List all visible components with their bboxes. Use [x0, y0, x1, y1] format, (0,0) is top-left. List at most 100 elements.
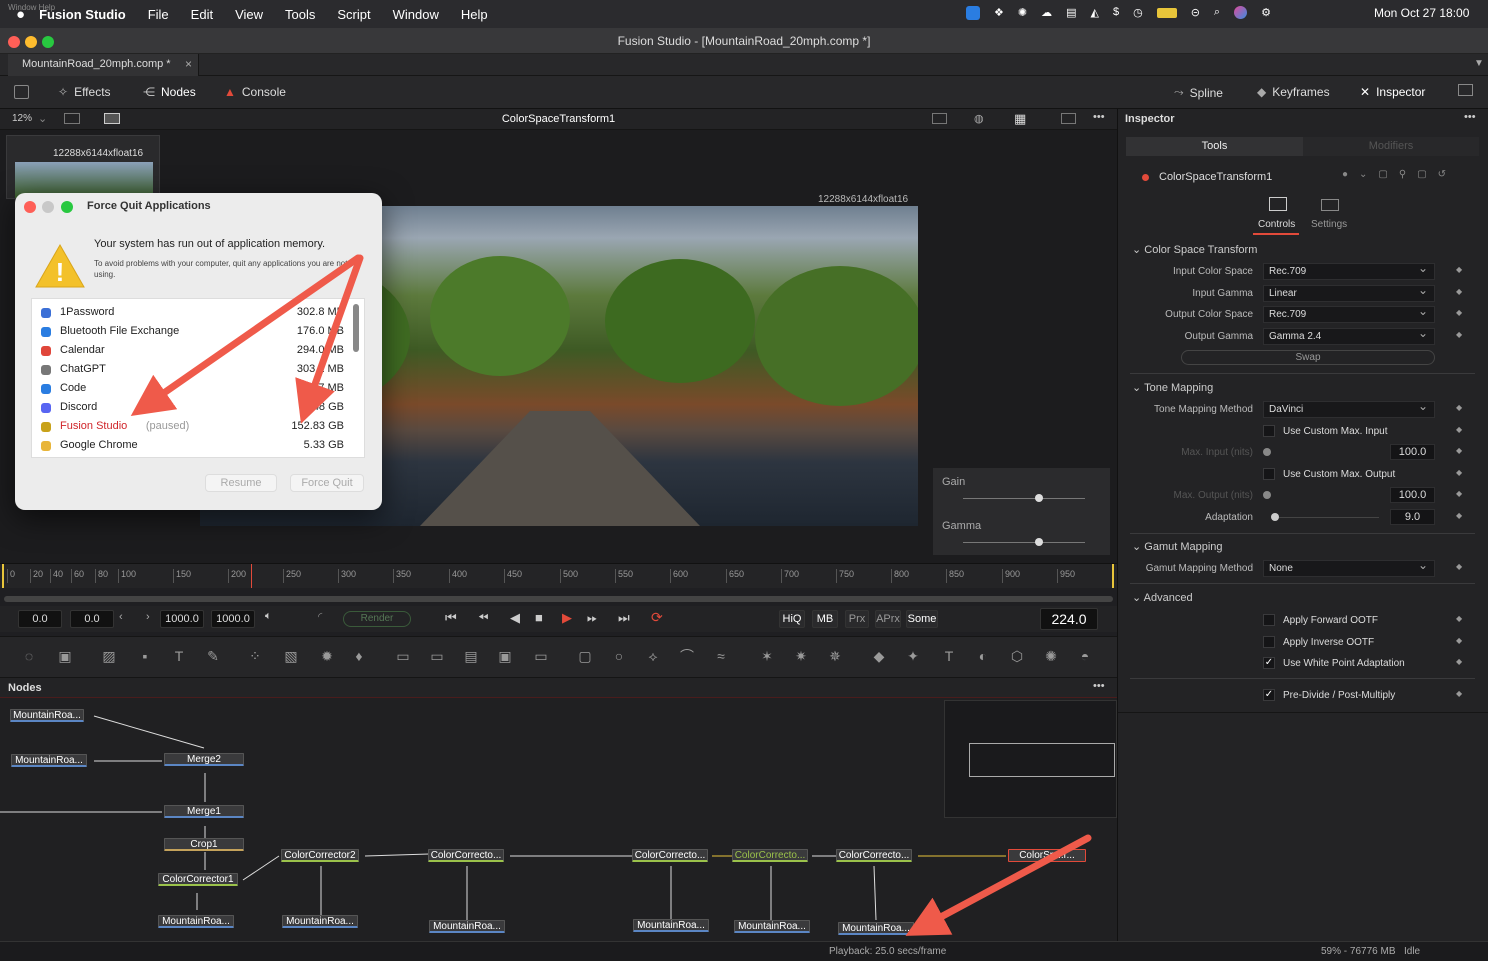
polygon-mask-icon[interactable]: ⟡ [644, 647, 662, 665]
menu-script[interactable]: Script [337, 7, 370, 22]
keyframe-icon[interactable]: ◆ [1456, 468, 1462, 477]
step-back-icon[interactable]: ‹ [119, 611, 123, 623]
renderer-3d-icon[interactable]: ✺ [1042, 647, 1060, 665]
app-list-item[interactable]: 1Password 302.8 MB [32, 304, 362, 323]
max-output-field[interactable]: 100.0 [1390, 487, 1435, 503]
node-colorspacetransform1[interactable]: ColorSp...r... [1008, 849, 1086, 862]
menu-edit[interactable]: Edit [191, 7, 213, 22]
rewind-icon[interactable]: ⏪︎ [478, 610, 488, 626]
adaptation-slider[interactable] [1271, 513, 1279, 521]
tab-overflow-icon[interactable]: ▼ [1474, 58, 1484, 69]
aprx-button[interactable]: APrx [875, 610, 901, 628]
grid-icon[interactable]: ▦ [1014, 111, 1026, 127]
viewer-menu-icon[interactable]: ••• [1093, 111, 1105, 123]
keyframe-icon[interactable]: ◆ [1456, 489, 1462, 498]
loop-icon[interactable]: ⟳ [651, 609, 663, 626]
keyframe-icon[interactable]: ◆ [1456, 287, 1462, 296]
tab-tools[interactable]: Tools [1126, 137, 1303, 156]
bitmap-mask-icon[interactable]: ≈ [712, 647, 730, 665]
tool-color-dot[interactable] [1142, 174, 1149, 181]
timeline-end-marker[interactable] [1112, 564, 1114, 588]
keyframes-button[interactable]: ◆ Keyframes [1257, 85, 1330, 99]
fast-forward-icon[interactable]: ⏩︎ [587, 610, 597, 626]
keyframe-icon[interactable]: ◆ [1456, 562, 1462, 571]
menu-datetime[interactable]: Mon Oct 27 18:00 [1374, 6, 1469, 20]
node-colorcorrector6[interactable]: ColorCorrecto... [836, 849, 912, 862]
audio-icon[interactable]: 🔈︎ [265, 610, 272, 623]
some-button[interactable]: Some [906, 610, 938, 628]
node-merge2[interactable]: Merge2 [164, 753, 244, 766]
clock-icon[interactable]: ◷ [1133, 6, 1143, 20]
paint-tool-icon[interactable]: ✎ [204, 647, 222, 665]
dock-app-icon[interactable] [966, 6, 980, 20]
link-icon[interactable]: ⊝ [1191, 6, 1200, 20]
tone-section-header[interactable]: ⌄ Tone Mapping [1132, 381, 1213, 394]
advanced-section-header[interactable]: ⌄ Advanced [1132, 591, 1193, 604]
s-icon[interactable]: $ [1113, 6, 1119, 20]
timeline-ruler[interactable]: 0 20 40 60 80 100 150 200 250 300 350 400 450 500 550 6… [0, 563, 1117, 588]
tab-settings[interactable]: Settings [1311, 219, 1347, 230]
custom-max-output-checkbox[interactable] [1263, 468, 1275, 480]
adaptation-field[interactable]: 9.0 [1390, 509, 1435, 525]
app-list-item[interactable]: Fusion Studio (paused) 152.83 GB [32, 418, 362, 437]
console-button[interactable]: ▲ Console [224, 85, 286, 99]
keyframe-icon[interactable]: ◆ [1456, 425, 1462, 434]
app-list-item[interactable]: Bluetooth File Exchange 176.0 MB [32, 323, 362, 342]
render-start-field[interactable]: 0.0 [70, 610, 114, 628]
prx-button[interactable]: Prx [845, 610, 869, 628]
dialog-minimize-button[interactable] [42, 201, 54, 213]
mb-button[interactable]: MB [812, 610, 838, 628]
dialog-zoom-button[interactable] [61, 201, 73, 213]
keyframe-icon[interactable]: ◆ [1456, 689, 1462, 698]
document-tab[interactable]: MountainRoad_20mph.comp * × [8, 54, 199, 76]
node-loader-5[interactable]: MountainRoa... [734, 920, 810, 933]
keyframe-icon[interactable]: ◆ [1456, 614, 1462, 623]
keyframe-icon[interactable]: ◆ [1456, 657, 1462, 666]
gain-slider-thumb[interactable] [1034, 494, 1043, 502]
cloud-icon[interactable]: ☁ [1041, 6, 1052, 20]
battery-icon[interactable] [1156, 8, 1177, 18]
custom-max-input-checkbox[interactable] [1263, 425, 1275, 437]
predivide-checkbox[interactable]: ✓ [1263, 689, 1275, 701]
app-list-item[interactable]: ChatGPT 303.1 MB [32, 361, 362, 380]
light-3d-icon[interactable]: ◓ [1076, 647, 1094, 665]
menu-window[interactable]: Window [393, 7, 439, 22]
controls-icon[interactable] [1269, 197, 1287, 211]
settings-icon[interactable] [1321, 199, 1339, 211]
shape-3d-icon[interactable]: ◆ [870, 647, 888, 665]
thumbnail[interactable]: 12288x6144xfloat16 [6, 135, 160, 199]
node-loader-2[interactable]: MountainRoa... [282, 915, 358, 928]
cst-section-header[interactable]: ⌄ Color Space Transform [1132, 243, 1257, 256]
app-list-item[interactable]: Discord 1.48 GB [32, 399, 362, 418]
menu-help[interactable]: Help [461, 7, 488, 22]
gamma-slider-thumb[interactable] [1034, 538, 1043, 546]
p-tool-icon[interactable]: ✵ [826, 647, 844, 665]
image-plane-icon[interactable]: ⬡ [1008, 647, 1026, 665]
node-mountainroad-2[interactable]: MountainRoa... [11, 754, 87, 767]
gamut-method-dropdown[interactable]: None [1263, 558, 1435, 577]
node-colorcorrector5[interactable]: ColorCorrecto... [732, 849, 808, 862]
app-list-item[interactable]: Code 863.7 MB [32, 380, 362, 399]
merge-tool-icon[interactable]: ▪ [136, 647, 154, 665]
keyframe-icon[interactable]: ◆ [1456, 265, 1462, 274]
bars-icon[interactable]: ▤ [1066, 6, 1076, 20]
node-navigator[interactable] [944, 700, 1117, 818]
text-3d-icon[interactable]: T [940, 647, 958, 665]
image-tool-icon[interactable]: ▣ [56, 647, 74, 665]
keyframe-icon[interactable]: ◆ [1456, 308, 1462, 317]
particle-tool-icon[interactable]: ⁘ [246, 647, 264, 665]
keyframe-icon[interactable]: ◆ [1456, 446, 1462, 455]
inspector-menu-icon[interactable]: ••• [1464, 111, 1476, 123]
play-reverse-icon[interactable]: ◀ [510, 610, 520, 626]
timeline-playhead[interactable] [251, 564, 252, 588]
chatgpt-icon[interactable]: ✺ [1018, 6, 1027, 20]
mask-tool-icon[interactable]: ▧ [282, 647, 300, 665]
last-frame-icon[interactable]: ⏭︎ [618, 610, 630, 626]
node-merge1[interactable]: Merge1 [164, 805, 244, 818]
global-start-field[interactable]: 0.0 [18, 610, 62, 628]
stop-icon[interactable]: ■ [535, 610, 543, 625]
tab-modifiers[interactable]: Modifiers [1303, 137, 1479, 156]
transform-tool-icon[interactable]: ▣ [496, 647, 514, 665]
keyframe-icon[interactable]: ◆ [1456, 330, 1462, 339]
background-tool-icon[interactable]: ◌ [20, 647, 38, 665]
